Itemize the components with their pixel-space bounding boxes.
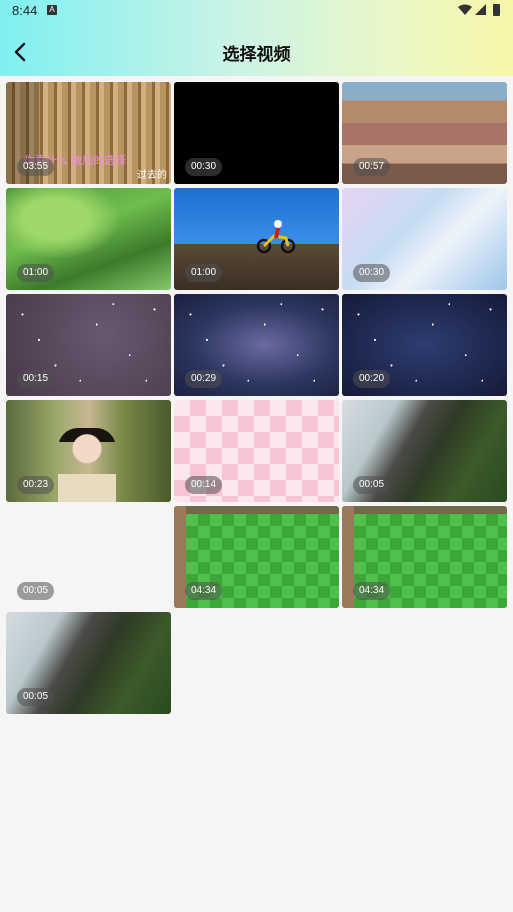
duration-badge: 00:23 — [17, 476, 55, 494]
duration-badge: 00:29 — [185, 370, 223, 388]
duration-badge: 00:05 — [17, 582, 55, 600]
status-time: 8:44 — [12, 3, 38, 18]
video-thumbnail[interactable]: 01:00 — [174, 188, 339, 290]
duration-badge: 00:57 — [353, 158, 391, 176]
duration-badge: 01:00 — [17, 264, 55, 282]
video-grid: 你喜什么 做后的选择 过去的 03:55 00:30 00:57 01:00 0… — [6, 82, 507, 714]
duration-badge: 00:05 — [353, 476, 391, 494]
motorbike-rider-image — [256, 220, 296, 254]
video-thumbnail[interactable]: 04:34 — [174, 506, 339, 608]
person-image — [58, 428, 116, 502]
video-thumbnail[interactable]: 00:30 — [174, 82, 339, 184]
video-thumbnail[interactable]: 00:15 — [6, 294, 171, 396]
duration-badge: 00:30 — [353, 264, 391, 282]
lyric-text: 过去的 — [137, 170, 167, 181]
wifi-icon — [458, 4, 472, 15]
nav-bar: 选择视频 — [0, 30, 513, 74]
duration-badge: 00:14 — [185, 476, 223, 494]
a-letter-icon: A — [47, 5, 57, 15]
battery-icon — [493, 4, 500, 16]
duration-badge: 04:34 — [185, 582, 223, 600]
video-thumbnail[interactable]: 00:05 — [6, 612, 171, 714]
app-header: 8:44 A 选择视频 — [0, 0, 513, 76]
video-thumbnail[interactable]: 00:57 — [342, 82, 507, 184]
status-icons — [458, 4, 500, 16]
video-thumbnail[interactable]: 00:29 — [174, 294, 339, 396]
duration-badge: 04:34 — [353, 582, 391, 600]
signal-icon — [475, 4, 486, 15]
duration-badge: 00:30 — [185, 158, 223, 176]
video-thumbnail[interactable]: 00:23 — [6, 400, 171, 502]
status-bar: 8:44 A — [0, 0, 513, 22]
video-thumbnail[interactable]: 你喜什么 做后的选择 过去的 03:55 — [6, 82, 171, 184]
video-thumbnail[interactable]: 00:05 — [342, 400, 507, 502]
video-thumbnail[interactable]: 01:00 — [6, 188, 171, 290]
video-thumbnail[interactable]: 00:30 — [342, 188, 507, 290]
video-thumbnail[interactable]: 00:20 — [342, 294, 507, 396]
duration-badge: 01:00 — [185, 264, 223, 282]
video-thumbnail[interactable]: 00:05 — [6, 506, 171, 608]
duration-badge: 00:05 — [17, 688, 55, 706]
duration-badge: 03:55 — [17, 158, 55, 176]
page-title: 选择视频 — [222, 45, 291, 64]
video-thumbnail[interactable]: 04:34 — [342, 506, 507, 608]
duration-badge: 00:20 — [353, 370, 391, 388]
video-thumbnail[interactable]: 00:14 — [174, 400, 339, 502]
duration-badge: 00:15 — [17, 370, 55, 388]
